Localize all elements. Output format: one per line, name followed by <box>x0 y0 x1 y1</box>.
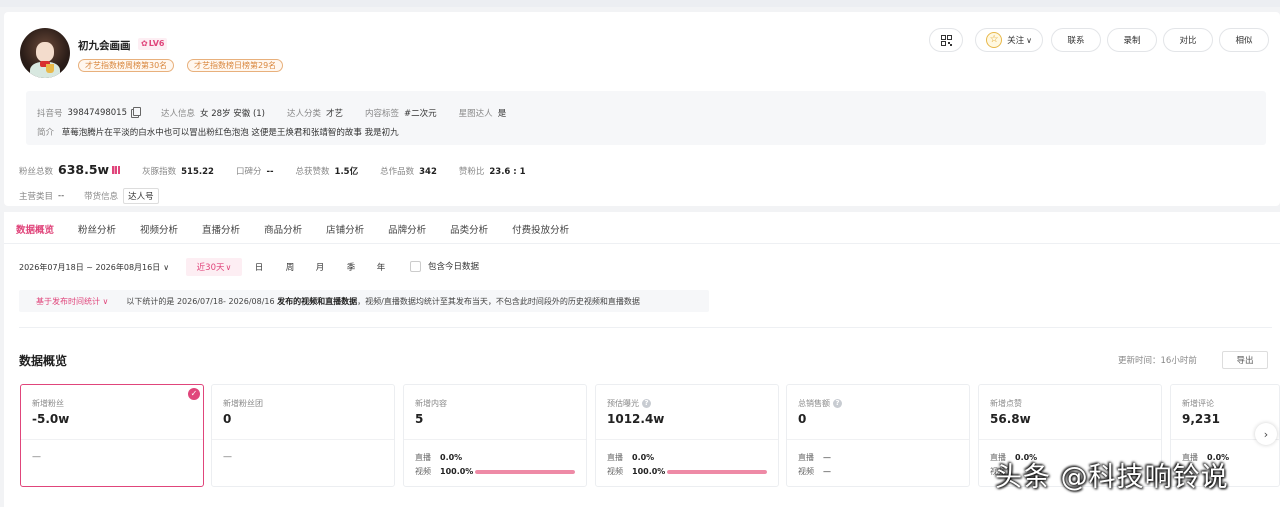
creator-category: 才艺 <box>326 109 344 119</box>
intro-text: 草莓泡腾片在平淡的白水中也可以冒出粉红色泡泡 这便是王焕君和张靖智的故事 我是初… <box>61 128 399 138</box>
info-row: 抖音号 39847498015 达人信息 女 28岁 安徽 (1) 达人分类 才… <box>37 106 507 119</box>
metric-card-new-fan-club[interactable]: 新增粉丝团 0 — <box>211 384 395 487</box>
info-box: 抖音号 39847498015 达人信息 女 28岁 安徽 (1) 达人分类 才… <box>26 91 1266 145</box>
statistics-notice: 基于发布时间统计 ∨ 以下统计的是 2026/07/18- 2026/08/16… <box>19 290 709 312</box>
content-tag: #二次元 <box>404 109 437 119</box>
period-year-button[interactable]: 年 <box>371 258 391 276</box>
level-badge: ✿LV6 <box>138 38 168 50</box>
sparkle-icon: ✿ <box>141 39 148 48</box>
star-creator-value: 是 <box>497 109 507 119</box>
goods-tag: 达人号 <box>123 188 159 204</box>
video-share-bar <box>475 469 575 474</box>
metric-value: 1012.4w <box>607 412 665 426</box>
metric-card-estimated-exposure[interactable]: 预估曝光? 1012.4w 直播 0.0% 视频 100.0% <box>595 384 779 487</box>
basis-dropdown[interactable]: 基于发布时间统计 ∨ <box>36 296 108 307</box>
top-strip <box>0 0 1280 7</box>
tab-paid-ads[interactable]: 付费投放分析 <box>512 222 569 236</box>
rank-tag-daily[interactable]: 才艺指数榜日榜第29名 <box>187 59 284 72</box>
metric-value: 0 <box>798 412 807 426</box>
period-quarter-button[interactable]: 季 <box>341 258 361 276</box>
category-row: 主营类目 -- 带货信息 达人号 <box>19 188 159 204</box>
period-week-button[interactable]: 周 <box>280 258 300 276</box>
total-works: 342 <box>419 167 437 177</box>
main-category: -- <box>58 191 65 201</box>
tab-fans[interactable]: 粉丝分析 <box>78 222 116 236</box>
live-share-row: 直播 0.0% <box>415 453 463 462</box>
check-icon: ✓ <box>188 388 200 400</box>
creator-info: 女 28岁 安徽 (1) <box>200 109 265 119</box>
help-icon[interactable]: ? <box>642 399 651 408</box>
chevron-down-icon: ∨ <box>1026 35 1032 45</box>
tab-overview[interactable]: 数据概览 <box>16 222 54 236</box>
include-today-checkbox[interactable] <box>410 260 421 272</box>
intro-row: 简介 草莓泡腾片在平淡的白水中也可以冒出粉红色泡泡 这便是王焕君和张靖智的故事 … <box>37 128 399 138</box>
avatar[interactable] <box>20 28 70 78</box>
follow-button[interactable]: ☆ 关注 ∨ <box>975 28 1043 52</box>
tab-brand[interactable]: 品牌分析 <box>388 222 426 236</box>
star-icon: ☆ <box>986 32 1003 48</box>
chevron-right-icon[interactable]: › <box>1255 423 1277 445</box>
chevron-down-icon: ∨ <box>163 262 170 272</box>
video-share-row: 视频 100.0% <box>607 466 767 477</box>
analysis-tabs: 数据概览 粉丝分析 视频分析 直播分析 商品分析 店铺分析 品牌分析 品类分析 … <box>16 222 593 236</box>
tab-category[interactable]: 品类分析 <box>450 222 488 236</box>
tab-video[interactable]: 视频分析 <box>140 222 178 236</box>
qr-code-icon <box>940 34 952 46</box>
help-icon[interactable]: ? <box>833 399 842 408</box>
period-day-button[interactable]: 日 <box>249 258 269 276</box>
metric-value: 9,231 <box>1182 412 1220 426</box>
update-time: 更新时间：16小时前 <box>1118 356 1197 366</box>
total-likes: 1.5亿 <box>334 167 359 177</box>
tab-store[interactable]: 店铺分析 <box>326 222 364 236</box>
copy-icon[interactable] <box>131 106 142 118</box>
tab-live[interactable]: 直播分析 <box>202 222 240 236</box>
metric-card-new-content[interactable]: 新增内容 5 直播 0.0% 视频 100.0% <box>403 384 587 487</box>
live-share-row: 直播 — <box>798 453 831 462</box>
include-today-option[interactable]: 包含今日数据 <box>410 260 479 272</box>
metric-card-new-fans[interactable]: ✓ 新增粉丝 -5.0w — <box>20 384 204 487</box>
video-share-bar <box>667 469 767 474</box>
grey-index: 515.22 <box>181 167 214 177</box>
contact-button[interactable]: 联系 <box>1051 28 1101 52</box>
profile-card: 初九会画画 ✿LV6 才艺指数榜周榜第30名 才艺指数榜日榜第29名 ☆ 关注 … <box>4 12 1280 206</box>
export-button[interactable]: 导出 <box>1222 351 1268 369</box>
creator-name: 初九会画画 <box>78 40 131 52</box>
metric-value: 0 <box>223 412 232 426</box>
metric-value: 56.8w <box>990 412 1031 426</box>
chevron-down-icon: ∨ <box>225 262 232 272</box>
douyin-id: 39847498015 <box>67 108 128 118</box>
recent-30-days-button[interactable]: 近30天 ∨ <box>186 258 242 276</box>
overview-title: 数据概览 <box>19 354 68 368</box>
like-fan-ratio: 23.6 : 1 <box>489 167 526 177</box>
compare-button[interactable]: 对比 <box>1163 28 1213 52</box>
similar-button[interactable]: 相似 <box>1219 28 1269 52</box>
trend-chart-icon[interactable] <box>112 166 121 174</box>
period-month-button[interactable]: 月 <box>310 258 330 276</box>
rank-tag-weekly[interactable]: 才艺指数榜周榜第30名 <box>78 59 175 72</box>
metric-value: -5.0w <box>32 412 70 426</box>
chevron-down-icon: ∨ <box>102 296 109 306</box>
tab-product[interactable]: 商品分析 <box>264 222 302 236</box>
metric-value: 5 <box>415 412 424 426</box>
fans-count: 638.5w <box>58 162 110 177</box>
video-share-row: 视频 100.0% <box>415 466 575 477</box>
record-button[interactable]: 录制 <box>1107 28 1157 52</box>
qr-code-button[interactable] <box>929 28 963 52</box>
stats-row: 粉丝总数 638.5w 灰豚指数 515.22 口碑分 -- 总获赞数 1.5亿… <box>19 162 526 177</box>
metric-card-total-sales[interactable]: 总销售额? 0 直播 — 视频 — <box>786 384 970 487</box>
live-share-row: 直播 0.0% <box>607 453 655 462</box>
reputation-score: -- <box>266 167 274 177</box>
watermark: 头条 @科技响铃说 <box>995 462 1229 493</box>
date-range-picker[interactable]: 2026年07月18日 ~ 2026年08月16日 ∨ <box>19 258 169 276</box>
video-share-row: 视频 — <box>798 467 831 476</box>
